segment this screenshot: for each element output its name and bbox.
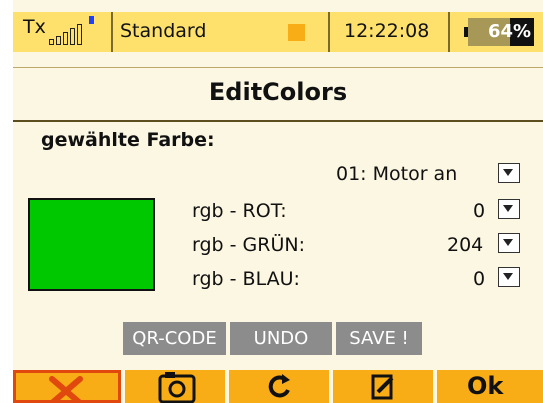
red-label: rgb - ROT: (192, 200, 287, 222)
green-dropdown-icon[interactable] (498, 233, 520, 253)
nav-ok-button[interactable]: Ok (437, 370, 543, 403)
nav-refresh-button[interactable] (229, 370, 329, 403)
green-value: 204 (447, 234, 484, 256)
ok-label: Ok (467, 372, 504, 400)
model-name: Standard (120, 20, 207, 42)
refresh-icon (268, 374, 290, 398)
blue-dropdown-icon[interactable] (498, 267, 520, 287)
blue-label: rgb - BLAU: (192, 268, 300, 290)
battery-percent: 64% (488, 21, 532, 42)
selected-color-label: gewählte Farbe: (41, 129, 215, 151)
undo-button[interactable]: UNDO (230, 322, 332, 355)
nav-camera-button[interactable] (125, 370, 225, 403)
page-title: EditColors (208, 78, 348, 106)
clock: 12:22:08 (344, 20, 430, 42)
title-row: EditColors (13, 67, 543, 122)
save-button[interactable]: SAVE ! (336, 322, 422, 355)
tools-icon (49, 376, 83, 400)
battery-body: 64% (468, 18, 534, 46)
camera-icon (158, 372, 196, 403)
model-color-square-icon (288, 24, 305, 41)
qr-code-button[interactable]: QR-CODE (123, 322, 226, 355)
edit-icon (371, 374, 394, 400)
tx-label: Tx (23, 16, 46, 38)
selected-item-value: 01: Motor an (336, 163, 458, 185)
red-value: 0 (473, 200, 486, 222)
green-label: rgb - GRÜN: (192, 234, 305, 256)
color-preview (28, 198, 155, 291)
clock-box: 12:22:08 (330, 12, 450, 52)
blue-value: 0 (473, 268, 486, 290)
signal-dot-icon (89, 16, 94, 24)
model-name-box[interactable]: Standard (113, 12, 330, 52)
status-bar: Tx Standard 12:22:08 64% (13, 0, 543, 67)
nav-tools-button[interactable] (13, 370, 121, 403)
selected-item-dropdown-icon[interactable] (498, 163, 520, 183)
battery-icon: 64% (464, 18, 534, 46)
signal-indicator: Tx (13, 12, 113, 52)
screen: Tx Standard 12:22:08 64% EditColors gewä… (13, 0, 543, 403)
battery-box: 64% (450, 12, 543, 52)
red-dropdown-icon[interactable] (498, 199, 520, 219)
nav-edit-button[interactable] (333, 370, 433, 403)
